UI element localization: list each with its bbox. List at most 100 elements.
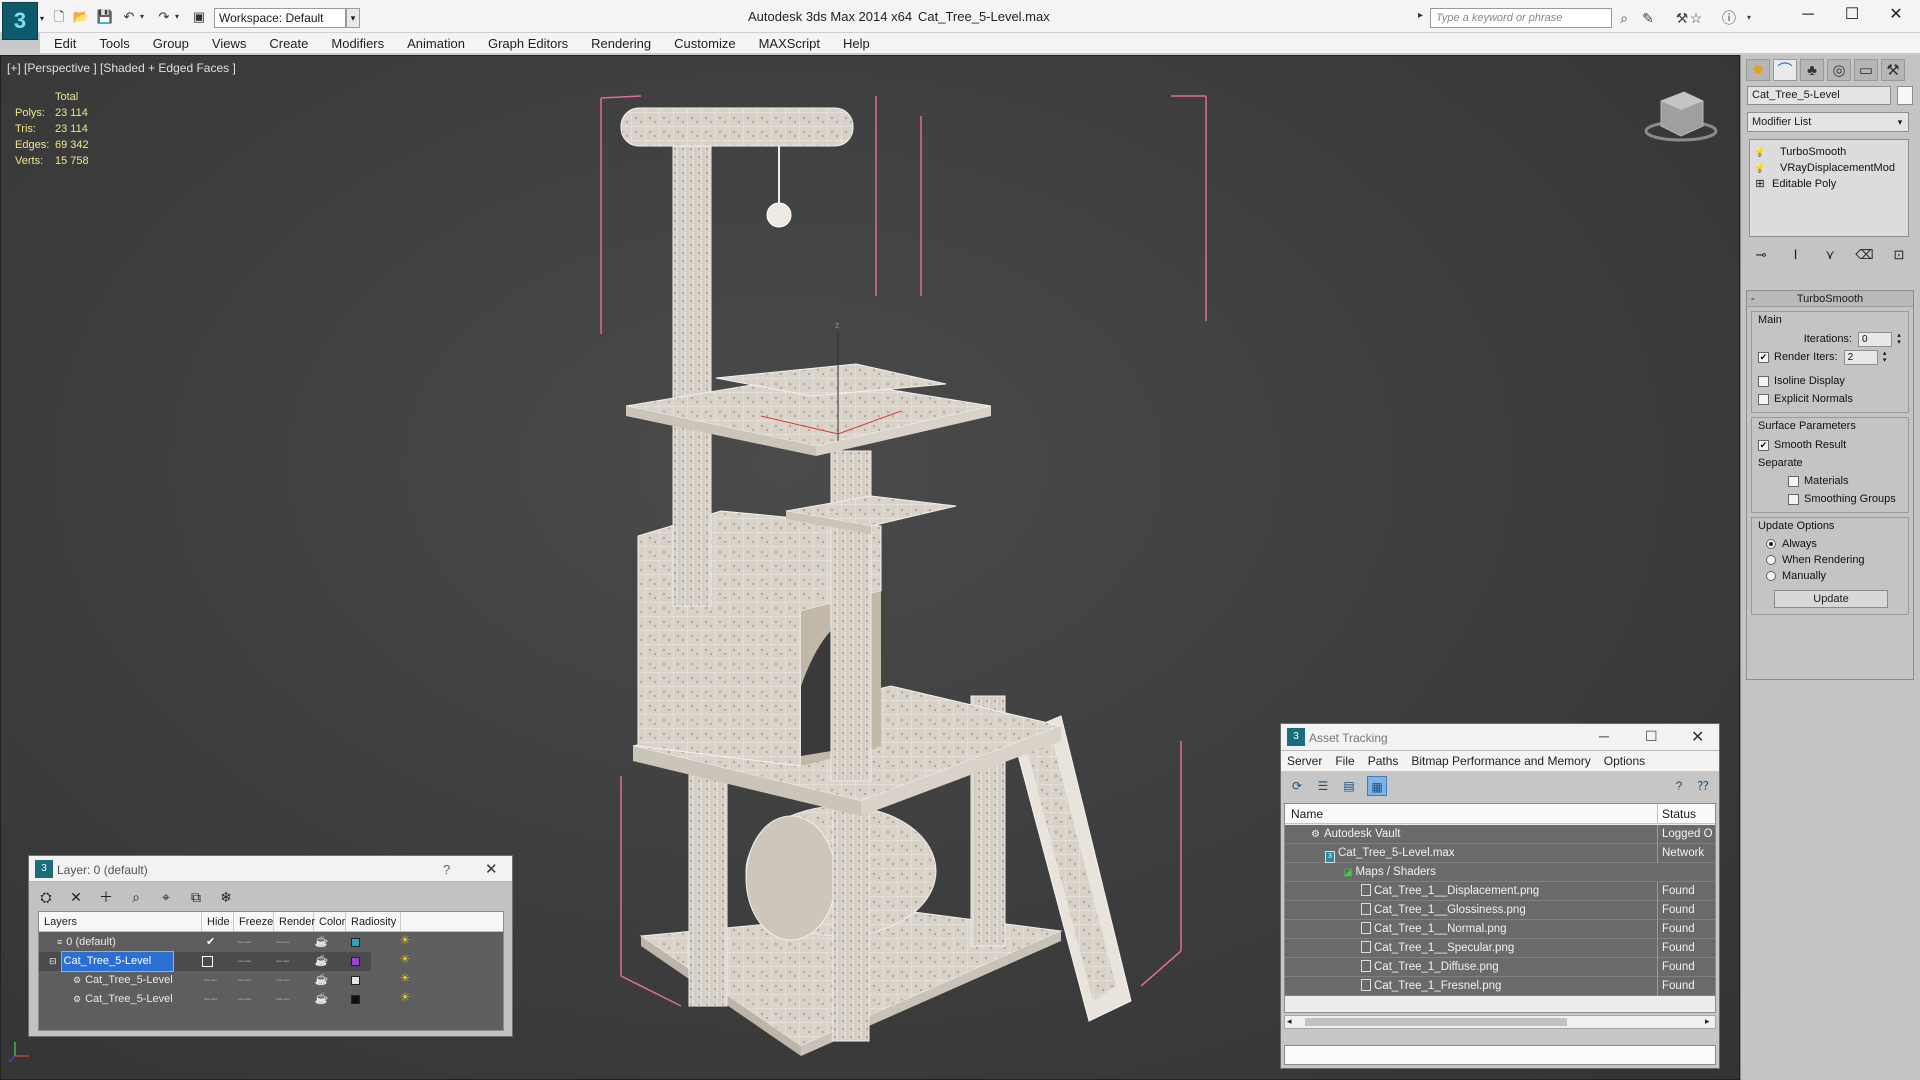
render-iters-spinner[interactable]: 2 bbox=[1843, 349, 1878, 365]
maximize-icon[interactable]: ☐ bbox=[1830, 2, 1874, 28]
asset-row[interactable]: Cat_Tree_1_Diffuse.png Found bbox=[1285, 958, 1715, 977]
spinner-arrows-icon[interactable]: ▴ ▾ bbox=[1880, 350, 1890, 364]
stack-item-vraydisplacement[interactable]: 💡 VRayDisplacementMod bbox=[1750, 160, 1908, 176]
viewport-label[interactable]: [+] [Perspective ] [Shaded + Edged Faces… bbox=[7, 61, 236, 75]
menu-views[interactable]: Views bbox=[212, 36, 246, 51]
radiosity-icon[interactable]: ☀ bbox=[371, 952, 439, 971]
help-button[interactable]: ? bbox=[443, 862, 450, 877]
freeze-toggle[interactable]: –– bbox=[226, 952, 264, 971]
menu-server[interactable]: Server bbox=[1287, 754, 1322, 768]
always-radio[interactable] bbox=[1766, 539, 1776, 549]
remove-modifier-icon[interactable]: ⌫ bbox=[1855, 245, 1875, 265]
menu-file[interactable]: File bbox=[1335, 754, 1354, 768]
redo-dropdown-icon[interactable]: ▾ bbox=[173, 9, 181, 25]
asset-tracking-dialog[interactable]: 3 Asset Tracking ─ ☐ ✕ Server File Paths… bbox=[1280, 723, 1720, 1069]
project-folder-icon[interactable]: ▣ bbox=[190, 9, 208, 25]
close-icon[interactable]: ✕ bbox=[1874, 2, 1918, 28]
layer-row[interactable]: ⊟ Cat_Tree_5-Level –– –– ☕ bbox=[39, 951, 371, 972]
workspace-selector[interactable]: Workspace: Default bbox=[214, 8, 346, 28]
expand-icon[interactable]: ⊟ bbox=[49, 952, 57, 971]
layer-color-swatch[interactable] bbox=[351, 995, 361, 1004]
asset-row[interactable]: Cat_Tree_1__Specular.png Found bbox=[1285, 939, 1715, 958]
render-toggle[interactable]: –– bbox=[264, 990, 302, 1009]
layer-color-swatch[interactable] bbox=[351, 957, 361, 966]
render-teapot-icon[interactable]: ☕ bbox=[302, 971, 340, 990]
menu-paths[interactable]: Paths bbox=[1368, 754, 1399, 768]
render-iters-checkbox[interactable]: ✔ bbox=[1758, 351, 1769, 363]
freeze-toggle[interactable]: –– bbox=[226, 990, 264, 1009]
layer-row[interactable]: ≡ 0 (default) ✔ –– –– ☕ bbox=[39, 933, 371, 952]
asset-row[interactable]: 3 Cat_Tree_5-Level.max Network bbox=[1285, 844, 1715, 863]
asset-row[interactable]: ◪ Maps / Shaders bbox=[1285, 863, 1715, 882]
radiosity-icon[interactable]: ☀ bbox=[371, 971, 439, 990]
collapse-icon[interactable]: - bbox=[1751, 291, 1755, 307]
menu-edit[interactable]: Edit bbox=[54, 36, 76, 51]
delete-layer-icon[interactable]: ✕ bbox=[65, 886, 87, 908]
menu-rendering[interactable]: Rendering bbox=[591, 36, 651, 51]
asset-row[interactable]: ⚙Autodesk Vault Logged Out bbox=[1285, 825, 1715, 844]
table-view-icon[interactable]: ▤ bbox=[1339, 776, 1359, 796]
render-toggle[interactable]: –– bbox=[264, 933, 302, 952]
menu-maxscript[interactable]: MAXScript bbox=[759, 36, 820, 51]
col-radiosity[interactable]: Radiosity bbox=[346, 912, 401, 931]
layer-dialog[interactable]: 3 Layer: 0 (default) ? ✕ ⛭ ✕ ＋ ⌕ ⌖ ⧉ ❄ L… bbox=[28, 855, 513, 1037]
menu-help[interactable]: Help bbox=[843, 36, 870, 51]
scroll-left-icon[interactable]: ◂ bbox=[1287, 1016, 1292, 1027]
asset-dialog-titlebar[interactable]: 3 Asset Tracking ─ ☐ ✕ bbox=[1281, 724, 1719, 751]
object-name-field[interactable]: Cat_Tree_5-Level bbox=[1747, 86, 1891, 105]
list-view-icon[interactable]: ☰ bbox=[1313, 776, 1333, 796]
hide-toggle[interactable]: –– bbox=[196, 990, 226, 1009]
render-toggle[interactable]: –– bbox=[264, 971, 302, 990]
chevron-down-icon[interactable]: ▾ bbox=[1893, 114, 1907, 130]
hide-all-icon[interactable]: ⧉ bbox=[185, 886, 207, 908]
utilities-tab-icon[interactable]: ⚒ bbox=[1881, 59, 1905, 81]
menu-bitmap-performance[interactable]: Bitmap Performance and Memory bbox=[1411, 754, 1590, 768]
col-layers[interactable]: Layers bbox=[39, 912, 202, 931]
close-icon[interactable]: ✕ bbox=[485, 860, 498, 878]
horizontal-scrollbar[interactable]: ◂ ▸ bbox=[1284, 1015, 1716, 1029]
stack-item-editable-poly[interactable]: ⊞ Editable Poly bbox=[1750, 176, 1908, 192]
lightbulb-icon[interactable]: 💡 bbox=[1754, 160, 1766, 176]
render-teapot-icon[interactable]: ☕ bbox=[302, 952, 340, 971]
lightbulb-icon[interactable]: 💡 bbox=[1754, 144, 1766, 160]
communication-center-icon[interactable]: ✎ bbox=[1638, 9, 1658, 27]
help-icon[interactable]: ? bbox=[1669, 776, 1689, 796]
configure-modifier-sets-icon[interactable]: ⊡ bbox=[1889, 245, 1909, 265]
asset-row[interactable]: Cat_Tree_1__Normal.png Found bbox=[1285, 920, 1715, 939]
grid-view-icon[interactable]: ▦ bbox=[1367, 776, 1387, 796]
expand-plus-icon[interactable]: ⊞ bbox=[1754, 176, 1766, 192]
open-file-icon[interactable]: 📂 bbox=[72, 9, 90, 25]
workspace-dropdown-icon[interactable]: ▾ bbox=[346, 8, 360, 28]
hide-toggle[interactable]: –– bbox=[196, 971, 226, 990]
create-tab-icon[interactable]: ✸ bbox=[1746, 59, 1770, 81]
col-hide[interactable]: Hide bbox=[202, 912, 234, 931]
layer-dialog-titlebar[interactable]: 3 Layer: 0 (default) ? ✕ bbox=[29, 856, 512, 882]
app-menu-arrow-icon[interactable]: ▾ bbox=[40, 14, 48, 23]
close-icon[interactable]: ✕ bbox=[1691, 727, 1704, 747]
search-input[interactable]: Type a keyword or phrase bbox=[1430, 8, 1612, 28]
update-button[interactable]: Update bbox=[1774, 590, 1888, 608]
col-freeze[interactable]: Freeze bbox=[234, 912, 274, 931]
menu-animation[interactable]: Animation bbox=[407, 36, 465, 51]
redo-icon[interactable]: ↷ bbox=[155, 9, 173, 25]
spinner-arrows-icon[interactable]: ▴ ▾ bbox=[1894, 332, 1904, 346]
freeze-toggle[interactable]: –– bbox=[226, 933, 264, 952]
smoothing-groups-checkbox[interactable] bbox=[1788, 493, 1799, 505]
show-end-result-icon[interactable]: Ⅰ bbox=[1786, 245, 1806, 265]
minimize-icon[interactable]: ─ bbox=[1786, 2, 1830, 28]
help-icon[interactable]: ⓘ bbox=[1719, 9, 1739, 27]
modify-tab-icon[interactable]: ⌒ bbox=[1773, 59, 1797, 81]
stack-item-turbosmooth[interactable]: 💡 TurboSmooth bbox=[1750, 144, 1908, 160]
render-teapot-icon[interactable]: ☕ bbox=[302, 933, 340, 952]
radiosity-icon[interactable]: ☀ bbox=[371, 933, 439, 952]
select-objects-icon[interactable]: ⌕ bbox=[125, 886, 147, 908]
search-expand-icon[interactable]: ▸ bbox=[1418, 10, 1423, 21]
undo-dropdown-icon[interactable]: ▾ bbox=[138, 9, 146, 25]
asset-row[interactable]: Cat_Tree_1__Displacement.png Found bbox=[1285, 882, 1715, 901]
explicit-normals-checkbox[interactable] bbox=[1758, 393, 1769, 405]
asset-row[interactable]: Cat_Tree_1__Glossiness.png Found bbox=[1285, 901, 1715, 920]
col-name[interactable]: Name bbox=[1291, 804, 1323, 824]
layer-color-swatch[interactable] bbox=[351, 938, 361, 947]
iterations-spinner[interactable]: 0 bbox=[1858, 331, 1892, 347]
menu-tools[interactable]: Tools bbox=[99, 36, 129, 51]
